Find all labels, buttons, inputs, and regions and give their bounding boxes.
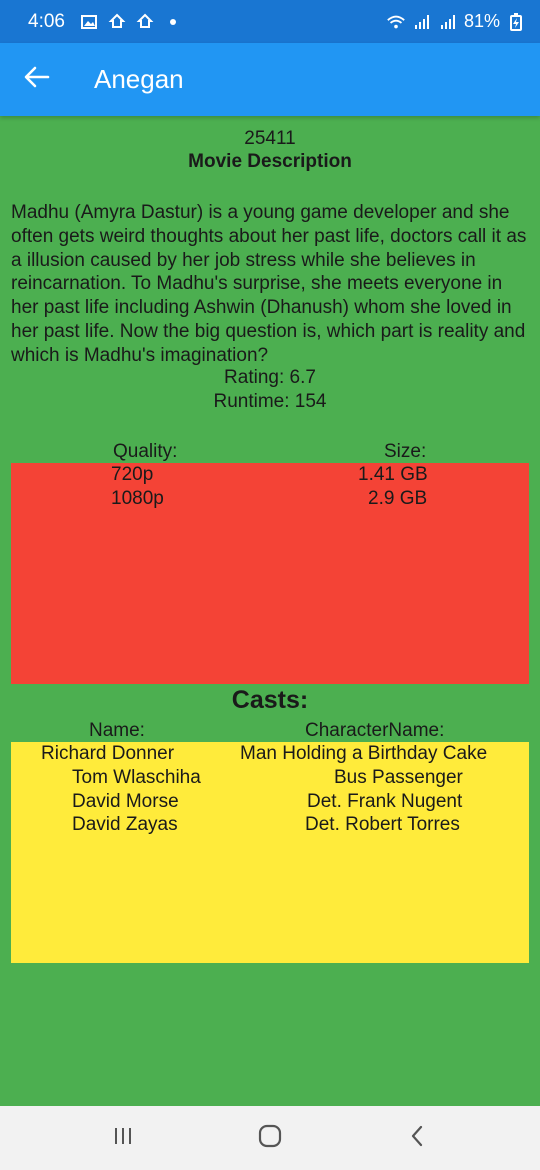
cast-character: Man Holding a Birthday Cake xyxy=(240,743,488,764)
arrow-left-icon xyxy=(24,66,50,93)
image-icon xyxy=(79,12,99,32)
torrent-size[interactable]: 1.41 GB xyxy=(358,464,428,486)
battery-percent: 81% xyxy=(463,11,500,31)
status-time: 4:06 xyxy=(28,10,65,32)
status-bar: 4:06 81% xyxy=(0,0,540,43)
movie-runtime: Runtime: 154 xyxy=(213,391,327,412)
battery-charging-icon xyxy=(506,12,526,32)
cast-character: Det. Robert Torres xyxy=(305,814,460,835)
recent-apps-icon xyxy=(111,1125,135,1152)
cast-character: Bus Passenger xyxy=(334,767,463,788)
casts-heading: Casts: xyxy=(231,686,309,714)
cast-name-label: Name: xyxy=(89,720,145,741)
status-left: 4:06 xyxy=(28,11,183,33)
back-icon xyxy=(408,1124,426,1153)
sync-icon xyxy=(135,12,155,32)
cast-character-label: CharacterName: xyxy=(305,720,445,741)
torrents-list: 720p 1.41 GB 1080p 2.9 GB xyxy=(11,463,529,684)
torrent-size[interactable]: 2.9 GB xyxy=(368,488,427,510)
page-title: Anegan xyxy=(94,64,184,94)
wifi-icon xyxy=(386,12,406,32)
signal-icon xyxy=(412,12,432,32)
cast-name: Tom Wlaschiha xyxy=(72,767,201,788)
dot-icon xyxy=(163,12,183,32)
signal-icon xyxy=(438,12,458,32)
cast-name: Richard Donner xyxy=(41,743,175,764)
app-bar: Anegan xyxy=(0,43,540,116)
description-heading: Movie Description xyxy=(188,151,352,172)
torrent-quality[interactable]: 720p xyxy=(111,464,153,486)
status-right: 81% xyxy=(386,11,526,32)
movie-description: Madhu (Amyra Dastur) is a young game dev… xyxy=(11,202,527,366)
size-label: Size: xyxy=(384,441,427,462)
torrent-quality[interactable]: 1080p xyxy=(111,488,164,510)
home-button[interactable] xyxy=(240,1108,300,1168)
movie-id: 25411 xyxy=(244,128,296,149)
system-nav-bar xyxy=(0,1106,540,1170)
movie-details: 25411 Movie Description Madhu (Amyra Das… xyxy=(0,116,540,1106)
cast-list: Richard Donner Man Holding a Birthday Ca… xyxy=(11,742,529,963)
back-button[interactable] xyxy=(0,43,74,116)
cast-name: David Zayas xyxy=(72,814,178,835)
movie-rating: Rating: 6.7 xyxy=(224,367,316,388)
quality-label: Quality: xyxy=(113,441,178,462)
cast-name: David Morse xyxy=(72,791,179,812)
home-icon xyxy=(257,1123,283,1154)
sync-icon xyxy=(107,12,127,32)
recent-apps-button[interactable] xyxy=(93,1108,153,1168)
cast-character: Det. Frank Nugent xyxy=(307,791,463,812)
system-back-button[interactable] xyxy=(387,1108,447,1168)
